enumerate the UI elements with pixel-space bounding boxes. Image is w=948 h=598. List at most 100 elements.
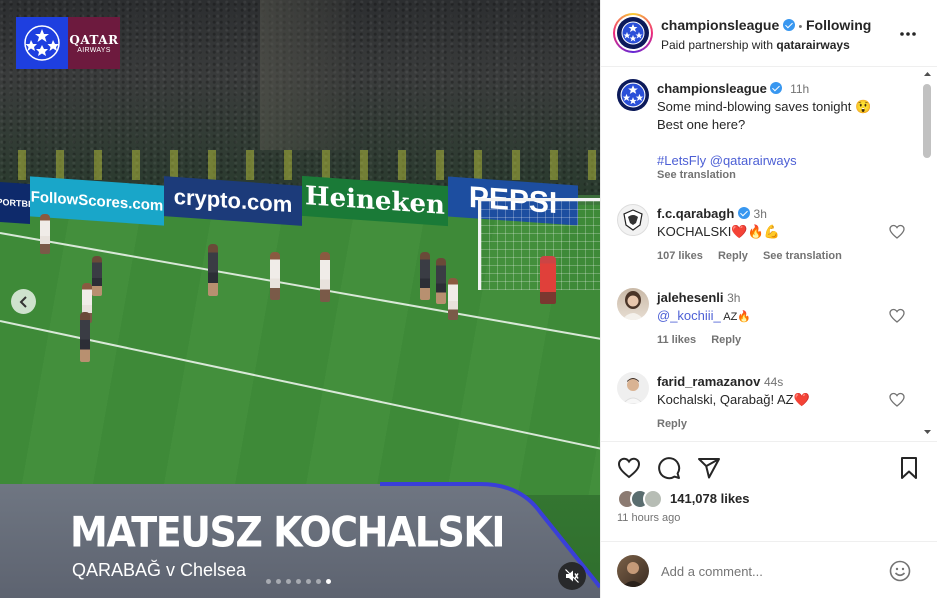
comment-text: AZ🔥 [720, 311, 751, 323]
comment-icon[interactable] [657, 456, 681, 480]
comment-username[interactable]: farid_ramazanov [657, 374, 760, 389]
player-name-title: MATEUSZ KOCHALSKI [70, 508, 505, 557]
see-translation-link[interactable]: See translation [657, 169, 736, 181]
player [80, 312, 90, 362]
ucl-starball-icon [620, 82, 646, 108]
scroll-down-icon[interactable] [923, 428, 932, 436]
avatar[interactable] [617, 17, 649, 49]
carousel-dot [306, 579, 311, 584]
add-comment-input[interactable] [661, 561, 871, 581]
comment-meta: 107 likes Reply See translation [657, 250, 842, 262]
logo-line1: QATAR [69, 32, 119, 47]
see-translation-link[interactable]: See translation [763, 250, 842, 262]
header-username[interactable]: championsleague [661, 17, 779, 33]
share-icon[interactable] [697, 456, 721, 480]
comment-meta: 11 likes Reply [657, 334, 741, 346]
action-divider [601, 441, 937, 442]
player [92, 256, 102, 296]
header-title-row: championsleague • Following [661, 17, 871, 33]
chevron-left-icon [19, 295, 27, 308]
separator-dot: • [798, 21, 803, 33]
ucl-starball-icon [621, 21, 645, 45]
mute-button[interactable] [558, 562, 586, 590]
current-user-avatar [617, 555, 649, 587]
player [320, 252, 330, 302]
liker-avatar [643, 489, 663, 509]
comment-avatar[interactable] [617, 204, 649, 236]
post-media[interactable]: SPORTBET FollowScores.com crypto.com Hei… [0, 0, 600, 598]
goalkeeper [540, 256, 556, 304]
qarabag-crest-icon [623, 209, 643, 231]
qatar-airways-logo: QATAR AIRWAYS [68, 17, 120, 69]
post-time[interactable]: 11 hours ago [617, 512, 680, 524]
bookmark-icon[interactable] [897, 456, 921, 480]
sponsor-logo: QATAR AIRWAYS [16, 17, 120, 69]
stadium-stairs [260, 0, 350, 150]
comment-1-header: f.c.qarabagh 3h [657, 206, 767, 221]
carousel-dot [296, 579, 301, 584]
comment-time[interactable]: 44s [764, 375, 783, 389]
comment-like-heart-icon[interactable] [889, 224, 905, 240]
comment-text: KOCHALSKI❤️🔥💪 [657, 224, 780, 239]
partner-link[interactable]: qatarairways [776, 38, 849, 52]
verified-icon [770, 82, 783, 94]
comment-body: @_kochiii_ AZ🔥 [657, 308, 751, 323]
comment-like-heart-icon[interactable] [889, 308, 905, 324]
more-options-button[interactable] [898, 24, 918, 44]
comment-username[interactable]: jalehesenli [657, 290, 723, 305]
player [270, 252, 280, 300]
post-panel: championsleague • Following Paid partner… [600, 0, 937, 598]
player [420, 252, 430, 300]
player [208, 244, 218, 296]
scroll-up-icon[interactable] [923, 70, 932, 78]
comment-likes[interactable]: 11 likes [657, 334, 696, 346]
reply-button[interactable]: Reply [711, 334, 741, 346]
previous-button[interactable] [11, 289, 36, 314]
adboard-left: SPORTBET [0, 181, 40, 225]
likers-avatars[interactable] [617, 489, 667, 509]
reply-button[interactable]: Reply [657, 418, 687, 430]
following-button[interactable]: Following [806, 17, 871, 33]
comment-mention[interactable]: @_kochiii_ [657, 308, 721, 323]
player [448, 278, 458, 320]
match-title: QARABAĞ v Chelsea [72, 560, 247, 580]
post-header: championsleague • Following Paid partner… [601, 0, 937, 67]
caption-avatar[interactable] [617, 79, 649, 111]
carousel-dot-active [326, 579, 331, 584]
comment-avatar[interactable] [617, 288, 649, 320]
logo-line2: AIRWAYS [77, 46, 111, 54]
comment-meta: Reply [657, 418, 687, 430]
verified-icon [737, 207, 750, 219]
verified-icon [782, 19, 795, 31]
comment-text: Kochalski, Qarabağ! AZ❤️ [657, 392, 810, 407]
caption-hashtags[interactable]: #LetsFly @qatarairways [657, 153, 797, 168]
likes-count[interactable]: 141,078 likes [670, 491, 750, 506]
caption-line1: Some mind-blowing saves tonight 😲 [657, 99, 872, 114]
emoji-icon[interactable] [889, 560, 911, 582]
comment-time[interactable]: 3h [727, 291, 740, 305]
carousel-dot [266, 579, 271, 584]
player [40, 214, 50, 254]
comment-avatar[interactable] [617, 372, 649, 404]
heart-icon[interactable] [617, 456, 641, 480]
carousel-indicator [266, 579, 331, 584]
comment-likes[interactable]: 107 likes [657, 250, 703, 262]
comment-username[interactable]: f.c.qarabagh [657, 206, 734, 221]
carousel-dot [286, 579, 291, 584]
comment-3-header: farid_ramazanov 44s [657, 374, 783, 389]
comment-like-heart-icon[interactable] [889, 392, 905, 408]
carousel-dot [276, 579, 281, 584]
carousel-dot [316, 579, 321, 584]
comment-time[interactable]: 3h [754, 207, 767, 221]
speaker-muted-icon [565, 569, 579, 583]
caption-header: championsleague 11h [657, 81, 809, 96]
more-horizontal-icon [900, 32, 916, 36]
caption-username[interactable]: championsleague [657, 81, 767, 96]
scroll-thumb[interactable] [923, 84, 931, 158]
goal-net [478, 198, 600, 290]
reply-button[interactable]: Reply [718, 250, 748, 262]
caption-time[interactable]: 11h [790, 82, 809, 96]
ucl-starball-icon [16, 17, 68, 69]
person-photo-icon [622, 291, 644, 320]
person-photo-icon [622, 562, 644, 587]
